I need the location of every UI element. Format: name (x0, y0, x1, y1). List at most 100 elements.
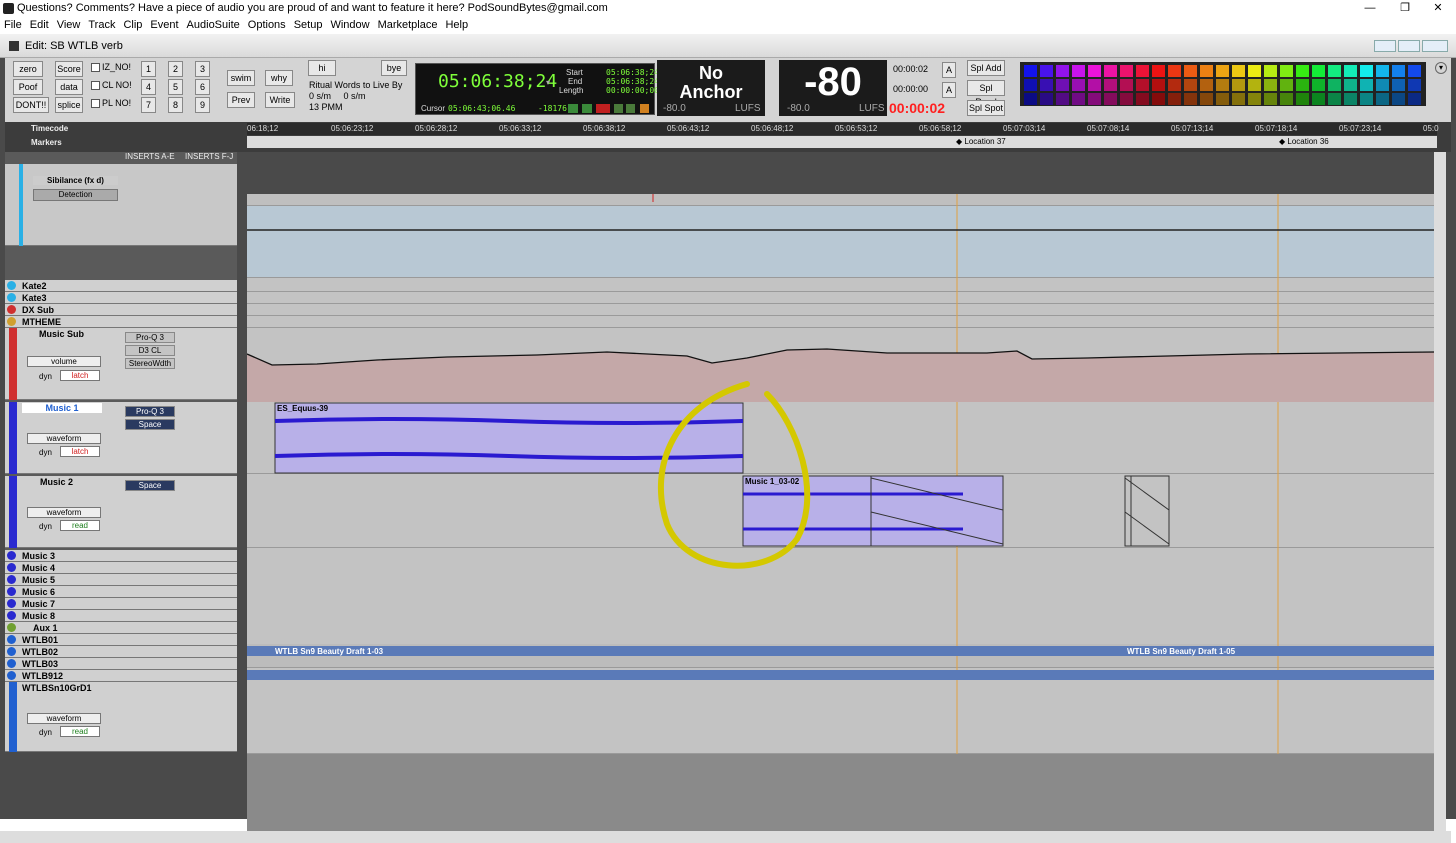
color-swatch[interactable] (1120, 65, 1133, 77)
color-swatch[interactable] (1216, 79, 1229, 91)
menu-clip[interactable]: Clip (119, 17, 146, 33)
edit-restore-icon[interactable] (1398, 40, 1420, 52)
color-swatch[interactable] (1088, 65, 1101, 77)
menu-options[interactable]: Options (244, 17, 290, 33)
music2-insert-space[interactable]: Space (125, 480, 175, 491)
data-button[interactable]: data (55, 79, 83, 95)
track-music2-name[interactable]: Music 2 (40, 477, 73, 487)
counter-dropdown-icon[interactable]: ▾ (546, 78, 550, 87)
num-1-button[interactable]: 1 (141, 61, 156, 77)
color-swatch[interactable] (1088, 93, 1101, 105)
musicsub-automation-mode[interactable]: latch (60, 370, 100, 381)
color-swatch[interactable] (1376, 79, 1389, 91)
wtlbsn10-view-selector[interactable]: waveform (27, 713, 101, 724)
musicsub-view-selector[interactable]: volume (27, 356, 101, 367)
color-swatch[interactable] (1104, 93, 1117, 105)
arrange-window[interactable]: ES_Equus-39 Music 1_03-02 WTLB Sn9 Beaut… (247, 194, 1434, 754)
color-swatch[interactable] (1248, 93, 1261, 105)
record-indicator-icon[interactable] (596, 104, 610, 113)
color-swatch[interactable] (1296, 93, 1309, 105)
color-swatch[interactable] (1184, 79, 1197, 91)
color-swatch[interactable] (1312, 79, 1325, 91)
track-dxsub[interactable]: DX Sub (5, 304, 237, 316)
music1-insert-space[interactable]: Space (125, 419, 175, 430)
marker-37[interactable]: ◆ Location 37 (956, 137, 1006, 146)
color-swatch[interactable] (1104, 65, 1117, 77)
color-swatch[interactable] (1328, 79, 1341, 91)
color-swatch[interactable] (1248, 65, 1261, 77)
edit-minimize-icon[interactable] (1374, 40, 1396, 52)
pl-no-checkbox[interactable]: PL NO! (91, 98, 131, 109)
cl-no-checkbox[interactable]: CL NO! (91, 80, 132, 91)
color-swatch[interactable] (1232, 79, 1245, 91)
track-kate3[interactable]: Kate3 (5, 292, 237, 304)
num-4-button[interactable]: 4 (141, 79, 156, 95)
color-swatch[interactable] (1152, 65, 1165, 77)
track-musicsub[interactable]: Music Sub volume dyn latch Pro-Q 3 D3 CL… (5, 328, 237, 400)
track-aux1[interactable]: Aux 1 (5, 622, 237, 634)
color-swatch[interactable] (1328, 65, 1341, 77)
color-swatch[interactable] (1376, 65, 1389, 77)
nudge-icon[interactable] (582, 104, 592, 113)
color-swatch[interactable] (1360, 65, 1373, 77)
iz-no-checkbox[interactable]: IZ_NO! (91, 62, 131, 73)
color-swatch[interactable] (1280, 93, 1293, 105)
clip-name-wtlb-103[interactable]: WTLB Sn9 Beauty Draft 1-03 (275, 647, 383, 656)
color-swatch[interactable] (1056, 65, 1069, 77)
color-swatch[interactable] (1344, 79, 1357, 91)
num-8-button[interactable]: 8 (168, 97, 183, 113)
music2-automation-mode[interactable]: read (60, 520, 100, 531)
spl-add-button[interactable]: Spl Add (967, 60, 1005, 76)
color-swatch[interactable] (1120, 93, 1133, 105)
color-swatch[interactable] (1024, 93, 1037, 105)
music1-view-selector[interactable]: waveform (27, 433, 101, 444)
color-swatch[interactable] (1104, 79, 1117, 91)
spl-spot-button[interactable]: Spl Spot (967, 100, 1005, 116)
num-9-button[interactable]: 9 (195, 97, 210, 113)
color-swatch[interactable] (1088, 79, 1101, 91)
track-music5[interactable]: Music 5 (5, 574, 237, 586)
a-button-1[interactable]: A (942, 62, 956, 78)
score-button[interactable]: Score (55, 61, 83, 77)
track-music3-name[interactable]: Music 3 (22, 551, 55, 561)
clip-name-music1-03[interactable]: Music 1_03-02 (745, 477, 799, 486)
color-swatch[interactable] (1216, 93, 1229, 105)
music2-view-selector[interactable]: waveform (27, 507, 101, 518)
arrange-empty-area[interactable] (247, 754, 1434, 832)
color-swatch[interactable] (1280, 79, 1293, 91)
menu-audiosuite[interactable]: AudioSuite (183, 17, 244, 33)
poof-button[interactable]: Poof (13, 79, 43, 95)
color-swatch[interactable] (1232, 93, 1245, 105)
track-wtlb912[interactable]: WTLB912 (5, 670, 237, 682)
marker-36[interactable]: ◆ Location 36 (1279, 137, 1329, 146)
color-swatch[interactable] (1408, 65, 1421, 77)
color-swatch[interactable] (1312, 65, 1325, 77)
color-swatch[interactable] (1408, 93, 1421, 105)
music1-automation-mode[interactable]: latch (60, 446, 100, 457)
color-swatch[interactable] (1360, 93, 1373, 105)
color-swatch[interactable] (1136, 65, 1149, 77)
a-button-2[interactable]: A (942, 82, 956, 98)
color-swatch[interactable] (1152, 79, 1165, 91)
track-music2[interactable]: Music 2 waveform dyn read Space (5, 476, 237, 548)
track-aux1-name[interactable]: Aux 1 (33, 623, 58, 633)
color-swatch[interactable] (1200, 65, 1213, 77)
color-swatch[interactable] (1392, 65, 1405, 77)
track-music6-name[interactable]: Music 6 (22, 587, 55, 597)
color-swatch[interactable] (1248, 79, 1261, 91)
track-music6[interactable]: Music 6 (5, 586, 237, 598)
detection-selector[interactable]: Detection (33, 189, 118, 201)
track-music7[interactable]: Music 7 (5, 598, 237, 610)
color-swatch[interactable] (1392, 93, 1405, 105)
musicsub-insert-stereo[interactable]: StereoWdth (125, 358, 175, 369)
wtlbsn10-automation-mode[interactable]: read (60, 726, 100, 737)
track-music8[interactable]: Music 8 (5, 610, 237, 622)
color-swatch[interactable] (1072, 79, 1085, 91)
track-mtheme[interactable]: MTHEME (5, 316, 237, 328)
edit-close-icon[interactable] (1422, 40, 1448, 52)
grid-icon[interactable] (568, 104, 578, 113)
clip-name-wtlb-105[interactable]: WTLB Sn9 Beauty Draft 1-05 (1127, 647, 1235, 656)
color-swatch[interactable] (1040, 65, 1053, 77)
color-swatch[interactable] (1120, 79, 1133, 91)
menu-file[interactable]: File (0, 17, 26, 33)
